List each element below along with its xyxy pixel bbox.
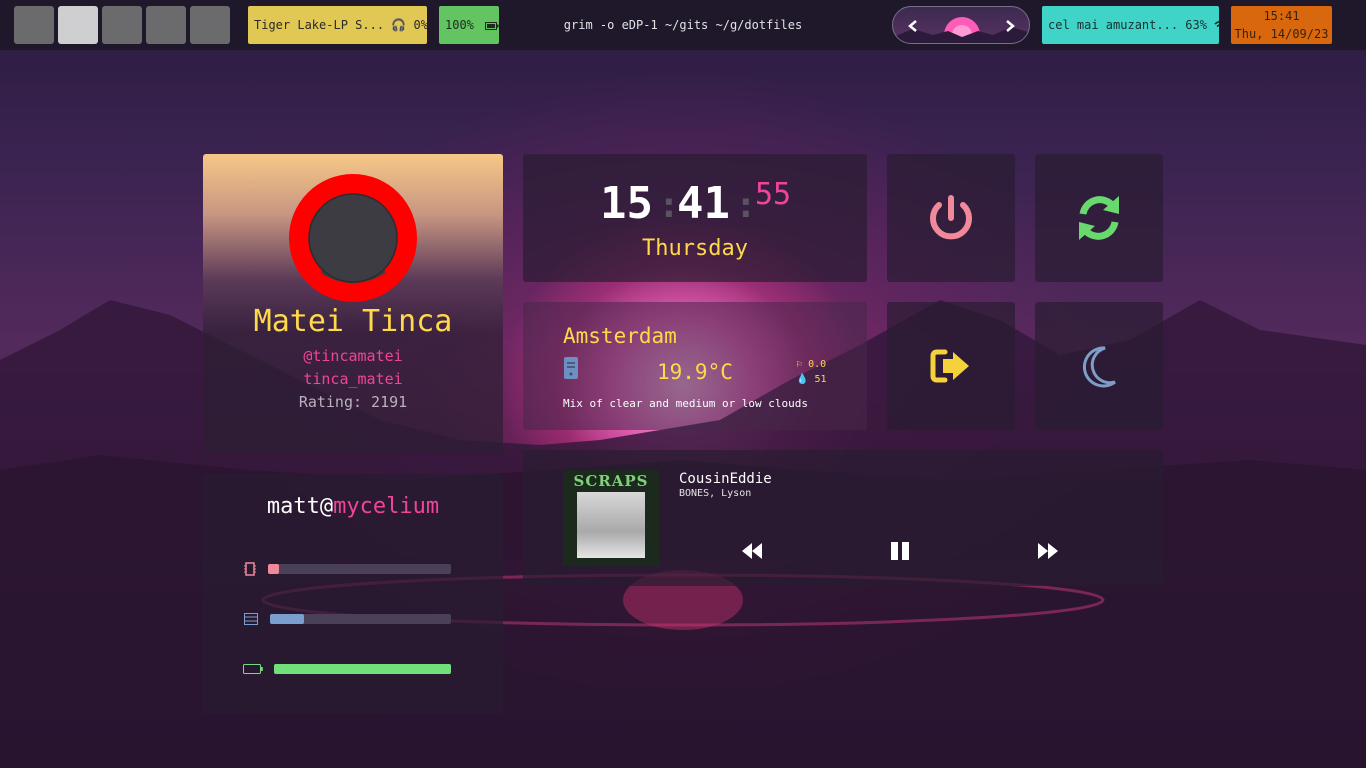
media-player-card: SCRAPS CousinEddie BONES, Lyson	[523, 450, 1163, 586]
system-stats-card: matt@mycelium	[203, 474, 503, 714]
battery-widget[interactable]: 100%	[439, 6, 499, 44]
profile-rating: Rating: 2191	[298, 393, 408, 411]
next-icon[interactable]	[1005, 20, 1015, 32]
workspace-button-2[interactable]	[58, 6, 98, 44]
battery-icon	[243, 664, 263, 674]
clock-seconds: 55	[755, 177, 792, 212]
workspace-button-4[interactable]	[146, 6, 186, 44]
audio-device-label: Tiger Lake-LP S...	[254, 18, 385, 32]
reboot-button[interactable]	[1035, 154, 1163, 282]
workspace-button-1[interactable]	[14, 6, 54, 44]
logout-icon	[930, 349, 969, 383]
humidity-value: 51	[814, 374, 827, 385]
power-icon	[930, 195, 972, 240]
clock-minutes: 41	[677, 178, 730, 229]
weather-city: Amsterdam	[563, 324, 677, 348]
album-art-image	[577, 492, 645, 558]
topbar-time: 15:41	[1263, 9, 1300, 23]
battery-level-fill	[274, 664, 451, 674]
cpu-icon	[244, 562, 256, 576]
user-host-label: matt@mycelium	[203, 494, 503, 519]
clock-hours: 15	[600, 178, 653, 229]
track-artist: BONES, Lyson	[679, 488, 752, 499]
headphones-icon: 🎧	[391, 18, 407, 32]
album-art: SCRAPS	[563, 470, 659, 566]
ram-usage-fill	[270, 614, 305, 624]
clock-card: 15 : 41 : 55 Thursday	[523, 154, 867, 282]
profile-username[interactable]: tinca_matei	[203, 370, 503, 388]
audio-widget[interactable]: Tiger Lake-LP S... 🎧 0% 🔊	[248, 6, 427, 44]
droplet-icon: 💧	[796, 374, 809, 385]
shutdown-button[interactable]	[887, 154, 1015, 282]
top-bar: Tiger Lake-LP S... 🎧 0% 🔊 100% grim -o e…	[0, 0, 1366, 50]
weather-icon	[564, 357, 578, 379]
user-label: matt@	[266, 494, 334, 519]
wifi-name-label: cel mai amuzant...	[1048, 18, 1179, 32]
workspace-button-5[interactable]	[190, 6, 230, 44]
wifi-strength-label: 63%	[1185, 18, 1207, 32]
profile-card: Matei Tinca @tincamatei tinca_matei Rati…	[203, 154, 503, 454]
ram-usage-bar	[270, 614, 451, 624]
cpu-usage-fill	[268, 564, 279, 574]
humidity-row: 💧 51	[796, 374, 827, 385]
moon-icon	[1082, 346, 1116, 388]
profile-name: Matei Tinca	[253, 304, 453, 339]
weather-card: Amsterdam 19.9°C ⚐ 0.0 💧 51 Mix of clear…	[523, 302, 867, 430]
mini-media-player[interactable]	[892, 6, 1030, 44]
wifi-icon	[1214, 21, 1219, 28]
fast-forward-icon[interactable]	[1037, 542, 1059, 560]
wind-row: ⚐ 0.0	[796, 359, 826, 370]
ram-icon	[244, 613, 258, 625]
previous-icon[interactable]	[908, 20, 918, 32]
track-title: CousinEddie	[679, 471, 772, 487]
host-label: mycelium	[333, 494, 440, 519]
avatar	[289, 174, 417, 302]
clock-widget[interactable]: 15:41 Thu, 14/09/23	[1231, 6, 1332, 44]
sleep-button[interactable]	[1035, 302, 1163, 430]
logout-button[interactable]	[887, 302, 1015, 430]
clock-separator: :	[735, 185, 757, 226]
battery-level-bar	[274, 664, 451, 674]
album-art-title: SCRAPS	[573, 472, 649, 490]
wifi-widget[interactable]: cel mai amuzant... 63%	[1042, 6, 1219, 44]
cpu-usage-bar	[268, 564, 451, 574]
refresh-icon	[1079, 196, 1119, 240]
audio-volume-label: 0%	[413, 18, 427, 32]
workspace-button-3[interactable]	[102, 6, 142, 44]
profile-handle[interactable]: @tincamatei	[203, 347, 503, 365]
weather-description: Mix of clear and medium or low clouds	[563, 397, 809, 410]
rewind-icon[interactable]	[741, 542, 763, 560]
battery-icon	[485, 21, 499, 30]
battery-percent-label: 100%	[445, 18, 474, 32]
pause-icon[interactable]	[890, 542, 910, 560]
topbar-date: Thu, 14/09/23	[1234, 27, 1329, 41]
flag-icon: ⚐	[796, 359, 803, 370]
weather-temperature: 19.9°C	[657, 360, 733, 384]
wind-value: 0.0	[808, 359, 827, 370]
clock-day: Thursday	[642, 236, 748, 261]
active-window-title: grim -o eDP-1 ~/gits ~/g/dotfiles	[563, 18, 803, 32]
